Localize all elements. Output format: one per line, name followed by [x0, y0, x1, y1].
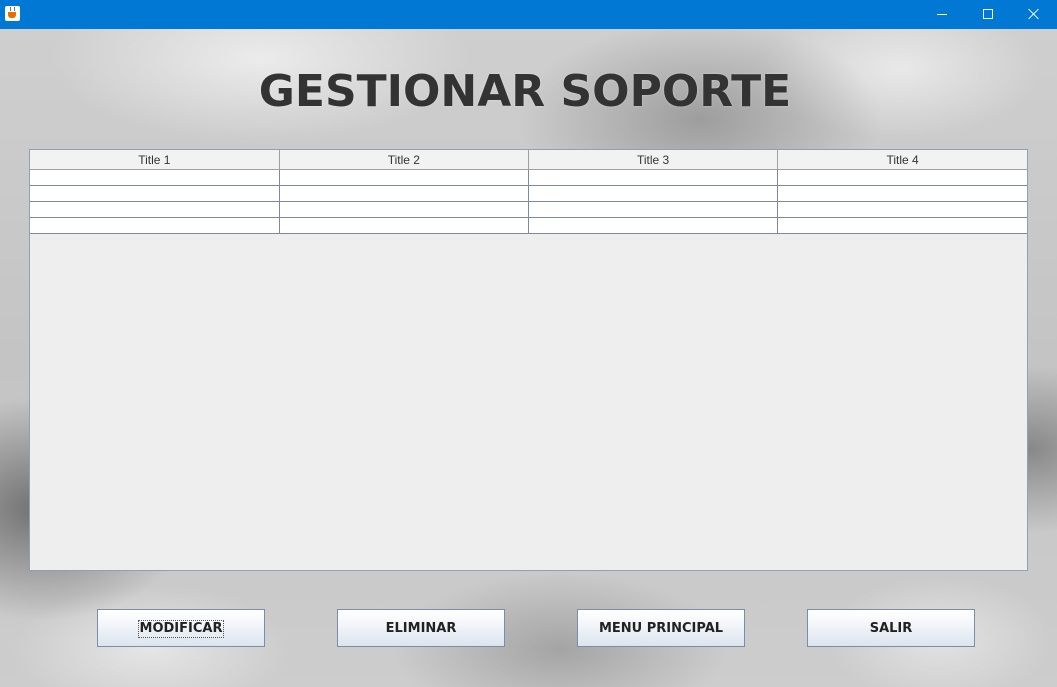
maximize-button[interactable]	[965, 0, 1011, 29]
delete-button-label: ELIMINAR	[385, 621, 457, 636]
main-menu-button[interactable]: MENU PRINCIPAL	[577, 609, 745, 647]
table-cell[interactable]	[528, 201, 779, 218]
modify-button-label: MODIFICAR	[137, 620, 225, 638]
exit-button[interactable]: SALIR	[807, 609, 975, 647]
close-icon	[1028, 8, 1040, 20]
title-bar[interactable]	[0, 0, 1057, 29]
table-row[interactable]	[30, 169, 1027, 186]
table-header-row: Title 1 Title 2 Title 3 Title 4	[30, 150, 1027, 170]
maximize-icon	[983, 9, 993, 19]
table-row[interactable]	[30, 185, 1027, 202]
support-table[interactable]: Title 1 Title 2 Title 3 Title 4	[30, 150, 1027, 234]
table-cell[interactable]	[777, 169, 1027, 186]
column-header-title-1[interactable]: Title 1	[30, 150, 280, 170]
table-cell[interactable]	[279, 185, 530, 202]
table-row[interactable]	[30, 217, 1027, 234]
table-cell[interactable]	[528, 185, 779, 202]
minimize-icon	[937, 14, 947, 15]
table-cell[interactable]	[279, 201, 530, 218]
table-row[interactable]	[30, 201, 1027, 218]
java-cup-icon[interactable]	[5, 6, 20, 21]
table-cell[interactable]	[30, 169, 280, 186]
main-menu-button-label: MENU PRINCIPAL	[598, 621, 724, 636]
table-cell[interactable]	[279, 217, 530, 234]
table-cell[interactable]	[777, 217, 1027, 234]
page-title: GESTIONAR SOPORTE	[258, 66, 792, 117]
table-cell[interactable]	[528, 217, 779, 234]
column-header-title-3[interactable]: Title 3	[528, 150, 779, 170]
column-header-title-4[interactable]: Title 4	[777, 150, 1027, 170]
table-cell[interactable]	[528, 169, 779, 186]
table-cell[interactable]	[777, 201, 1027, 218]
modify-button[interactable]: MODIFICAR	[97, 609, 265, 647]
table-cell[interactable]	[279, 169, 530, 186]
column-header-title-2[interactable]: Title 2	[279, 150, 530, 170]
close-button[interactable]	[1011, 0, 1057, 29]
table-cell[interactable]	[30, 217, 280, 234]
table-scroll-pane[interactable]: Title 1 Title 2 Title 3 Title 4	[29, 149, 1028, 571]
minimize-button[interactable]	[919, 0, 965, 29]
table-cell[interactable]	[777, 185, 1027, 202]
exit-button-label: SALIR	[869, 621, 913, 636]
table-cell[interactable]	[30, 185, 280, 202]
app-window: GESTIONAR SOPORTE Title 1 Title 2 Title …	[0, 0, 1057, 687]
table-cell[interactable]	[30, 201, 280, 218]
delete-button[interactable]: ELIMINAR	[337, 609, 505, 647]
